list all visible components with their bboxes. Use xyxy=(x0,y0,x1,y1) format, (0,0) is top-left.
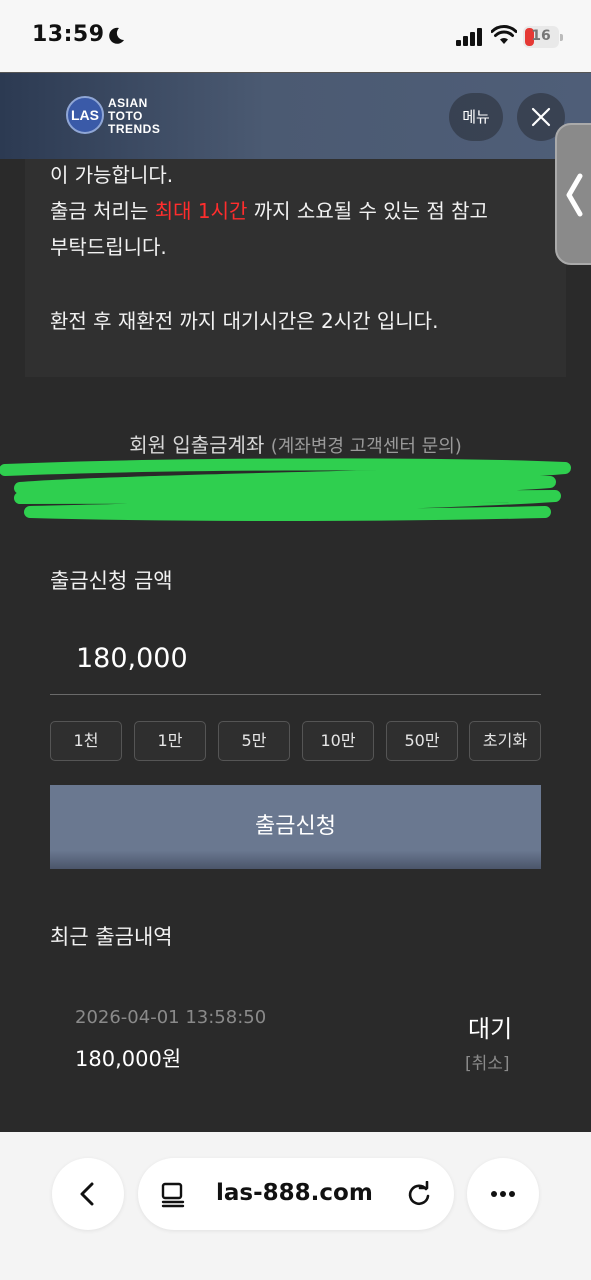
history-datetime: 2026-04-01 13:58:50 xyxy=(75,1007,267,1028)
highlight-text: 최대 1시간 xyxy=(154,199,248,223)
wifi-icon xyxy=(491,25,517,44)
quick-add-1k-button[interactable]: 1천 xyxy=(50,721,122,761)
quick-add-10k-button[interactable]: 1만 xyxy=(134,721,206,761)
notice-line: 환전 후 재환전 까지 대기시간은 2시간 입니다. xyxy=(50,309,439,333)
account-subtitle: (계좌변경 고객센터 문의) xyxy=(270,436,462,457)
history-status: 대기 xyxy=(468,1015,513,1043)
site-logo-text: ASIAN TOTO TRENDS xyxy=(108,97,188,136)
amount-value: 180,000 xyxy=(76,643,188,674)
side-drawer-tab[interactable] xyxy=(555,123,591,265)
reload-icon[interactable] xyxy=(406,1181,432,1207)
close-icon xyxy=(531,107,551,127)
history-cancel-link[interactable]: [취소] xyxy=(465,1049,510,1074)
app-header: LAS ASIAN TOTO TRENDS 메뉴 xyxy=(0,73,591,159)
battery-level: 16 xyxy=(531,28,551,44)
url-text: las-888.com xyxy=(216,1180,373,1206)
amount-input[interactable]: 180,000 xyxy=(50,625,541,695)
status-bar: 13:59 16 xyxy=(0,0,591,72)
more-icon xyxy=(491,1191,515,1197)
logo-line: TRENDS xyxy=(108,122,161,136)
notice-line: 출금 처리는 최대 1시간 까지 소요될 수 있는 점 참고 xyxy=(50,199,488,223)
moon-icon xyxy=(109,27,124,44)
app-frame: LAS ASIAN TOTO TRENDS 메뉴 이 가능합니다. 출금 처리는… xyxy=(0,72,591,1132)
status-time: 13:59 xyxy=(32,22,105,47)
redaction-scribble xyxy=(0,458,571,521)
account-title: 회원 입출금계좌 (계좌변경 고객센터 문의) xyxy=(129,433,462,457)
notice-line: 이 가능합니다. xyxy=(50,163,174,187)
notice-box: 이 가능합니다. 출금 처리는 최대 1시간 까지 소요될 수 있는 점 참고 … xyxy=(25,159,566,377)
notice-line: 부탁드립니다. xyxy=(50,235,167,259)
signal-icon xyxy=(456,28,482,46)
quick-add-50k-button[interactable]: 5만 xyxy=(218,721,290,761)
menu-button[interactable]: 메뉴 xyxy=(449,93,503,141)
back-button[interactable] xyxy=(52,1158,124,1230)
amount-label: 출금신청 금액 xyxy=(50,569,173,593)
quick-add-500k-button[interactable]: 50만 xyxy=(386,721,458,761)
chevron-left-icon xyxy=(566,173,583,217)
history-title: 최근 출금내역 xyxy=(50,925,173,949)
withdraw-submit-button[interactable]: 출금신청 xyxy=(50,785,541,869)
more-options-button[interactable] xyxy=(467,1158,539,1230)
chevron-left-icon xyxy=(80,1182,94,1206)
site-logo[interactable]: LAS xyxy=(66,96,104,134)
browser-toolbar: las-888.com xyxy=(0,1132,591,1280)
tabs-icon xyxy=(161,1182,185,1208)
battery-icon: 16 xyxy=(523,26,563,48)
quick-add-100k-button[interactable]: 10만 xyxy=(302,721,374,761)
history-amount: 180,000원 xyxy=(75,1047,182,1071)
reset-button[interactable]: 초기화 xyxy=(469,721,541,761)
address-bar[interactable]: las-888.com xyxy=(138,1158,454,1230)
